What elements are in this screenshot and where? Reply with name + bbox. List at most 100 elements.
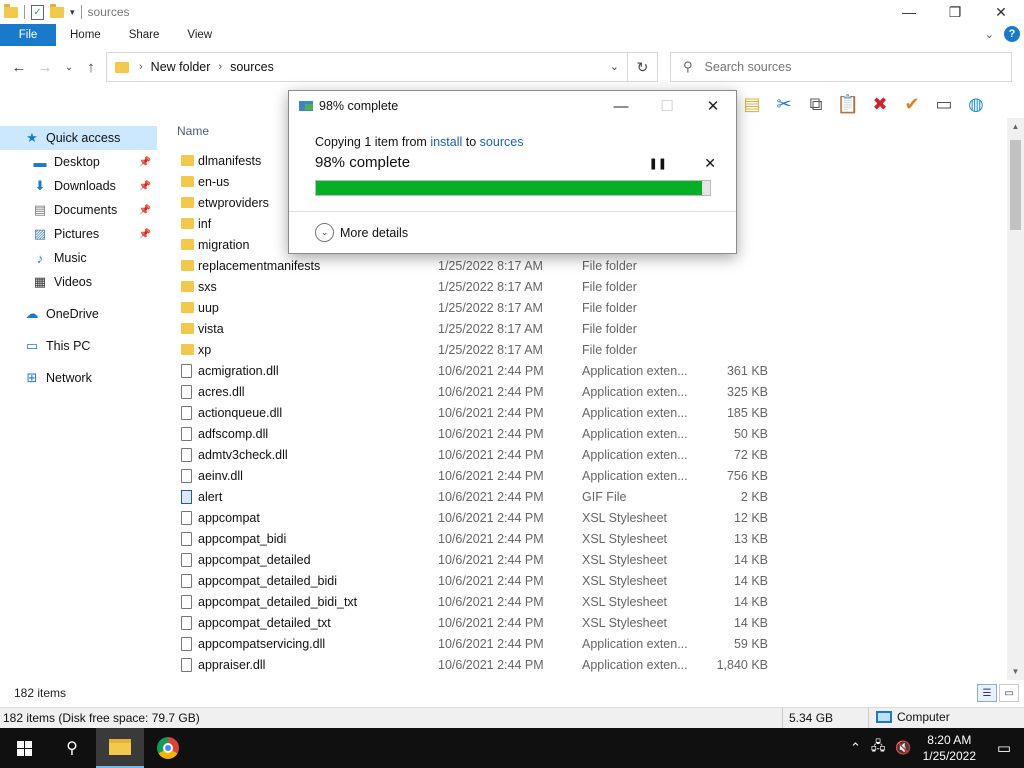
- dialog-title: 98% complete: [319, 99, 399, 113]
- properties-icon[interactable]: ✓: [31, 4, 44, 20]
- refresh-icon[interactable]: ↻: [627, 53, 657, 81]
- up-arrow-icon[interactable]: ↑: [80, 59, 102, 76]
- more-details-toggle[interactable]: ⌄ More details: [315, 223, 408, 242]
- rename-icon[interactable]: ▭: [932, 92, 956, 116]
- file-row[interactable]: appcompat 10/6/2021 2:44 PM XSL Stylesheet…: [157, 507, 1007, 528]
- source-link[interactable]: install: [430, 135, 462, 149]
- taskbar: ⚲ ⌃ 🖧 🔇 8:20 AM 1/25/2022 ▭: [0, 728, 1024, 768]
- pause-button[interactable]: ❚❚: [649, 157, 667, 170]
- volume-muted-icon[interactable]: 🔇: [890, 740, 916, 756]
- nav-onedrive[interactable]: ☁ OneDrive: [0, 302, 157, 326]
- file-row[interactable]: vista 1/25/2022 8:17 AM File folder: [157, 318, 1007, 339]
- folder-icon: [181, 239, 194, 250]
- paste-icon[interactable]: 📋: [836, 92, 860, 116]
- vertical-scrollbar[interactable]: ▲ ▼: [1007, 118, 1024, 680]
- expand-ribbon-chevron-icon[interactable]: ⌄: [985, 28, 994, 41]
- forward-arrow-icon[interactable]: →: [34, 59, 56, 76]
- tab-share[interactable]: Share: [115, 24, 174, 46]
- search-box[interactable]: ⚲: [670, 52, 1012, 82]
- file-row[interactable]: appcompat_detailed_bidi 10/6/2021 2:44 PM…: [157, 570, 1007, 591]
- customize-qat-chevron-icon[interactable]: ▾: [70, 7, 75, 18]
- globe-icon[interactable]: ◍: [964, 92, 988, 116]
- nav-music[interactable]: ♪ Music: [0, 246, 157, 270]
- recent-locations-chevron-icon[interactable]: ⌄: [58, 62, 80, 73]
- file-size: 14 KB: [733, 552, 768, 567]
- nav-videos[interactable]: ▦ Videos: [0, 270, 157, 294]
- breadcrumb-sources[interactable]: sources: [230, 60, 274, 74]
- address-dropdown-chevron-icon[interactable]: ⌄: [610, 60, 619, 73]
- file-row[interactable]: replacementmanifests 1/25/2022 8:17 AM Fil…: [157, 255, 1007, 276]
- scrollbar-thumb[interactable]: [1010, 140, 1021, 230]
- breadcrumb-chevron-icon[interactable]: ›: [218, 61, 222, 73]
- new-folder-icon[interactable]: [50, 3, 64, 18]
- nav-pictures[interactable]: ▨ Pictures 📌: [0, 222, 157, 246]
- file-row[interactable]: admtv3check.dll 10/6/2021 2:44 PM Applicat…: [157, 444, 1007, 465]
- file-name: actionqueue.dll: [198, 405, 283, 420]
- file-row[interactable]: aeinv.dll 10/6/2021 2:44 PM Application ex…: [157, 465, 1007, 486]
- maximize-button[interactable]: ❐: [932, 0, 978, 24]
- file-row[interactable]: appcompat_detailed 10/6/2021 2:44 PM XSL S…: [157, 549, 1007, 570]
- scroll-up-arrow-icon[interactable]: ▲: [1007, 118, 1024, 135]
- chrome-taskbar-button[interactable]: [144, 728, 192, 768]
- scroll-down-arrow-icon[interactable]: ▼: [1007, 663, 1024, 680]
- divider: [80, 5, 82, 19]
- address-bar[interactable]: › New folder › sources ⌄ ↻: [106, 52, 658, 82]
- cancel-button[interactable]: ✕: [704, 155, 716, 172]
- details-view-icon[interactable]: ☰: [977, 684, 997, 702]
- minimize-button[interactable]: —: [886, 0, 932, 24]
- network-status-icon[interactable]: 🖧: [866, 737, 891, 759]
- clock[interactable]: 8:20 AM 1/25/2022: [917, 732, 984, 764]
- file-row[interactable]: sxs 1/25/2022 8:17 AM File folder: [157, 276, 1007, 297]
- file-row[interactable]: appcompatservicing.dll 10/6/2021 2:44 PM A…: [157, 633, 1007, 654]
- show-hidden-icons-chevron-icon[interactable]: ⌃: [845, 740, 866, 756]
- file-type: Application exten...: [582, 657, 688, 672]
- nav-desktop[interactable]: ▬ Desktop 📌: [0, 150, 157, 174]
- pin-icon[interactable]: 📌: [139, 229, 151, 240]
- checkmark-icon[interactable]: ✔: [900, 92, 924, 116]
- help-icon[interactable]: ?: [1004, 26, 1020, 42]
- file-row[interactable]: appcompat_detailed_txt 10/6/2021 2:44 PM X…: [157, 612, 1007, 633]
- tab-home[interactable]: Home: [56, 24, 115, 46]
- search-icon[interactable]: ⚲: [48, 728, 96, 768]
- copy-icon[interactable]: ⧉: [804, 92, 828, 116]
- cut-icon[interactable]: ✂: [772, 92, 796, 116]
- file-row[interactable]: acmigration.dll 10/6/2021 2:44 PM Applicat…: [157, 360, 1007, 381]
- file-row[interactable]: xp 1/25/2022 8:17 AM File folder: [157, 339, 1007, 360]
- notifications-icon[interactable]: ▭: [984, 739, 1024, 757]
- large-icons-view-icon[interactable]: ▭: [999, 684, 1019, 702]
- file-row[interactable]: actionqueue.dll 10/6/2021 2:44 PM Applicat…: [157, 402, 1007, 423]
- dialog-minimize-button[interactable]: —: [598, 91, 644, 121]
- dialog-close-button[interactable]: ✕: [690, 91, 736, 121]
- breadcrumb-chevron-icon[interactable]: ›: [139, 61, 143, 73]
- column-header-name[interactable]: Name: [177, 124, 209, 138]
- window-title: sources: [87, 5, 130, 19]
- folder-properties-icon[interactable]: ▤: [740, 92, 764, 116]
- nav-this-pc[interactable]: ▭ This PC: [0, 334, 157, 358]
- file-row[interactable]: acres.dll 10/6/2021 2:44 PM Application ex…: [157, 381, 1007, 402]
- file-row[interactable]: adfscomp.dll 10/6/2021 2:44 PM Application…: [157, 423, 1007, 444]
- pin-icon[interactable]: 📌: [139, 157, 151, 168]
- file-row[interactable]: uup 1/25/2022 8:17 AM File folder: [157, 297, 1007, 318]
- close-button[interactable]: ✕: [978, 0, 1024, 24]
- pin-icon[interactable]: 📌: [139, 181, 151, 192]
- nav-documents[interactable]: ▤ Documents 📌: [0, 198, 157, 222]
- breadcrumb-new-folder[interactable]: New folder: [151, 60, 211, 74]
- nav-quick-access[interactable]: ★ Quick access: [0, 126, 157, 150]
- file-name: migration: [198, 237, 250, 252]
- file-row[interactable]: appcompat_bidi 10/6/2021 2:44 PM XSL Style…: [157, 528, 1007, 549]
- start-button[interactable]: [0, 728, 48, 768]
- destination-link[interactable]: sources: [480, 135, 524, 149]
- nav-downloads[interactable]: ⬇ Downloads 📌: [0, 174, 157, 198]
- file-row[interactable]: alert 10/6/2021 2:44 PM GIF File 2 KB: [157, 486, 1007, 507]
- search-input[interactable]: [704, 60, 985, 74]
- nav-network[interactable]: ⊞ Network: [0, 366, 157, 390]
- back-arrow-icon[interactable]: ←: [8, 59, 30, 76]
- tab-file[interactable]: File: [0, 24, 56, 46]
- file-type: Application exten...: [582, 426, 688, 441]
- file-explorer-taskbar-button[interactable]: [96, 728, 144, 768]
- tab-view[interactable]: View: [173, 24, 226, 46]
- file-row[interactable]: appraiser.dll 10/6/2021 2:44 PM Applicatio…: [157, 654, 1007, 675]
- delete-icon[interactable]: ✖: [868, 92, 892, 116]
- pin-icon[interactable]: 📌: [139, 205, 151, 216]
- file-row[interactable]: appcompat_detailed_bidi_txt 10/6/2021 2:4…: [157, 591, 1007, 612]
